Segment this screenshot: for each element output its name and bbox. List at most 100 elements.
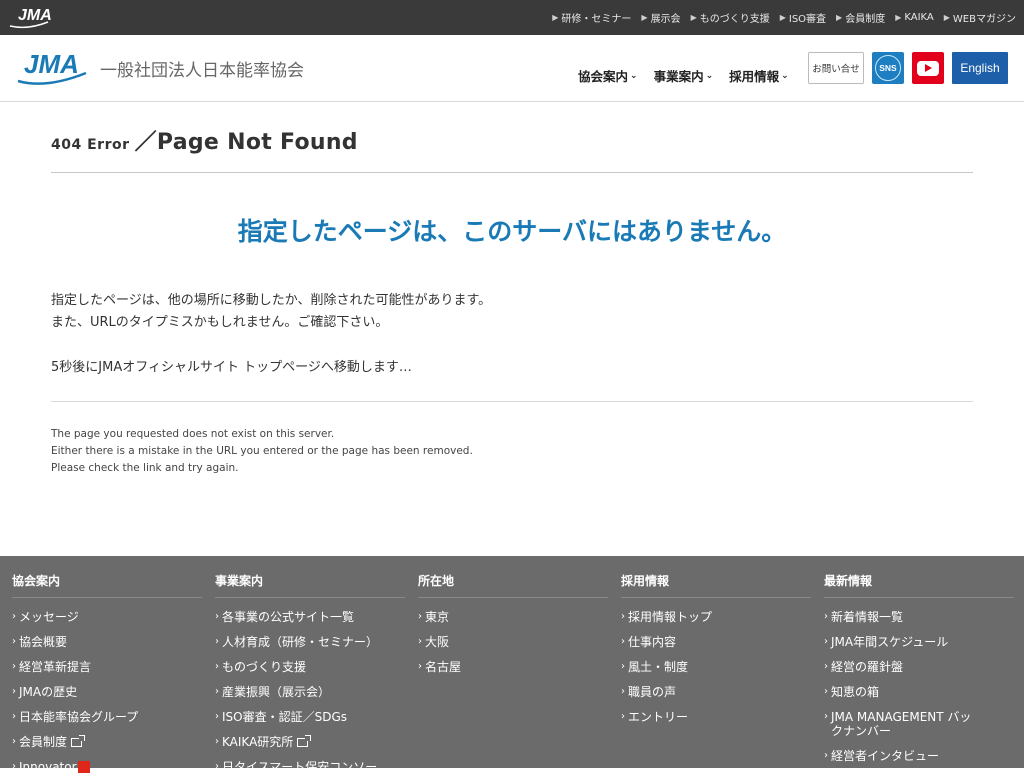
toplink-membership[interactable]: ▶ 会員制度 bbox=[836, 10, 885, 25]
error-code: 404 Error bbox=[51, 137, 130, 153]
footer-link[interactable]: › エントリー bbox=[621, 704, 811, 729]
footer-link[interactable]: › JMAの歴史 bbox=[12, 679, 202, 704]
footer-link[interactable]: › 産業振興（展示会） bbox=[215, 679, 405, 704]
chevron-right-icon: › bbox=[621, 635, 625, 647]
footer-link[interactable]: › JMA年間スケジュール bbox=[824, 629, 1014, 654]
footer-link[interactable]: › 風土・制度 bbox=[621, 654, 811, 679]
toplink-exhibition[interactable]: ▶ 展示会 bbox=[641, 10, 680, 25]
title-separator: ／ bbox=[134, 130, 157, 155]
toplink-monozukuri[interactable]: ▶ ものづくり支援 bbox=[691, 10, 770, 25]
chevron-right-icon: › bbox=[215, 760, 219, 772]
nav-recruit[interactable]: 採用情報 ⌄ bbox=[729, 66, 789, 85]
footer-column-business: 事業案内 › 各事業の公式サイト一覧 › 人材育成（研修・セミナー） › ものづくり支… bbox=[215, 572, 405, 779]
jp-message: 指定したページは、他の場所に移動したか、削除された可能性があります。 また、UR… bbox=[51, 293, 492, 330]
chevron-down-icon: ⌄ bbox=[705, 70, 714, 81]
footer-link[interactable]: › 会員制度 bbox=[12, 729, 202, 754]
footer-link[interactable]: › JMA MANAGEMENT バックナンバー bbox=[824, 704, 1014, 743]
sns-icon: SNS bbox=[875, 55, 901, 81]
nav-about[interactable]: 協会案内 ⌄ bbox=[578, 66, 638, 85]
chevron-right-icon: › bbox=[215, 660, 219, 672]
jma-logo-icon: JMA bbox=[17, 49, 87, 85]
footer-link[interactable]: › KAIKA研究所 bbox=[215, 729, 405, 754]
footer-link[interactable]: › 新着情報一覧 bbox=[824, 604, 1014, 629]
page-title: 404 Error ／Page Not Found bbox=[51, 124, 358, 156]
caret-right-icon: ▶ bbox=[552, 13, 559, 22]
chevron-right-icon: › bbox=[215, 685, 219, 697]
chevron-right-icon: › bbox=[621, 610, 625, 622]
english-button[interactable]: English bbox=[952, 52, 1008, 84]
contact-button[interactable]: お問い合せ bbox=[808, 52, 864, 84]
chevron-right-icon: › bbox=[12, 710, 16, 722]
chevron-right-icon: › bbox=[215, 710, 219, 722]
footer-heading: 事業案内 bbox=[215, 572, 405, 598]
footer-link[interactable]: › Innovator bbox=[12, 754, 202, 779]
footer-link[interactable]: › 経営の羅針盤 bbox=[824, 654, 1014, 679]
footer-link[interactable]: › 大阪 bbox=[418, 629, 608, 654]
footer-column-about: 協会案内 › メッセージ › 協会概要 › 経営革新提言 › JMAの歴史 › 日本能率協… bbox=[12, 572, 202, 779]
youtube-button[interactable] bbox=[912, 52, 944, 84]
footer-heading: 最新情報 bbox=[824, 572, 1014, 598]
top-utility-bar: JMA ▶ 研修・セミナー ▶ 展示会 ▶ ものづくり支援 ▶ ISO審査 ▶ 会員制度 … bbox=[0, 0, 1024, 35]
footer-link[interactable]: › 協会概要 bbox=[12, 629, 202, 654]
footer-link[interactable]: › 各事業の公式サイト一覧 bbox=[215, 604, 405, 629]
caret-right-icon: ▶ bbox=[690, 13, 697, 22]
jma-logo-icon: JMA bbox=[9, 7, 52, 29]
toplink-iso[interactable]: ▶ ISO審査 bbox=[780, 10, 826, 25]
footer-link[interactable]: › 経営者インタビュー bbox=[824, 743, 1014, 768]
error-title: Page Not Found bbox=[156, 130, 358, 155]
chevron-right-icon: › bbox=[824, 710, 828, 722]
sns-button[interactable]: SNS bbox=[872, 52, 904, 84]
chevron-right-icon: › bbox=[621, 685, 625, 697]
caret-right-icon: ▶ bbox=[836, 13, 843, 22]
footer-link[interactable]: › 日タイスマート保安コンソー bbox=[215, 754, 405, 779]
footer-link[interactable]: › 人材育成（研修・セミナー） bbox=[215, 629, 405, 654]
footer-link[interactable]: › 採用情報トップ bbox=[621, 604, 811, 629]
footer-column-locations: 所在地 › 東京 › 大阪 › 名古屋 bbox=[418, 572, 608, 679]
chevron-right-icon: › bbox=[215, 735, 219, 747]
chevron-right-icon: › bbox=[12, 735, 16, 747]
chevron-right-icon: › bbox=[12, 660, 16, 672]
toplink-kaika[interactable]: ▶ KAIKA bbox=[895, 12, 934, 23]
footer-heading: 所在地 bbox=[418, 572, 608, 598]
chevron-right-icon: › bbox=[418, 610, 422, 622]
toplink-seminar[interactable]: ▶ 研修・セミナー bbox=[552, 10, 631, 25]
brand-name: 一般社団法人日本能率協会 bbox=[100, 60, 304, 81]
footer-link[interactable]: › 知恵の箱 bbox=[824, 679, 1014, 704]
youtube-icon bbox=[917, 60, 939, 76]
site-header: JMA 一般社団法人日本能率協会 協会案内 ⌄ 事業案内 ⌄ 採用情報 ⌄ お問い合せ… bbox=[0, 35, 1024, 102]
footer-link[interactable]: › 東京 bbox=[418, 604, 608, 629]
chevron-right-icon: › bbox=[12, 635, 16, 647]
chevron-right-icon: › bbox=[418, 660, 422, 672]
caret-right-icon: ▶ bbox=[943, 13, 950, 22]
brand-logo[interactable]: JMA 一般社団法人日本能率協会 bbox=[16, 49, 304, 87]
error-headline: 指定したページは、このサーバにはありません。 bbox=[237, 217, 787, 246]
footer-link[interactable]: › ものづくり支援 bbox=[215, 654, 405, 679]
footer-column-recruit: 採用情報 › 採用情報トップ › 仕事内容 › 風土・制度 › 職員の声 › エントリー bbox=[621, 572, 811, 729]
chevron-right-icon: › bbox=[621, 710, 625, 722]
chevron-right-icon: › bbox=[824, 749, 828, 761]
footer-heading: 協会案内 bbox=[12, 572, 202, 598]
chevron-right-icon: › bbox=[12, 685, 16, 697]
chevron-right-icon: › bbox=[215, 610, 219, 622]
en-message: The page you requested does not exist on… bbox=[51, 428, 473, 474]
chevron-right-icon: › bbox=[824, 610, 828, 622]
svg-text:JMA: JMA bbox=[18, 7, 52, 24]
utility-links: ▶ 研修・セミナー ▶ 展示会 ▶ ものづくり支援 ▶ ISO審査 ▶ 会員制度 ▶ KAI… bbox=[542, 0, 1016, 35]
chevron-right-icon: › bbox=[215, 635, 219, 647]
footer-link[interactable]: › 経営革新提言 bbox=[12, 654, 202, 679]
footer-link[interactable]: › 日本能率協会グループ bbox=[12, 704, 202, 729]
jma-mini-logo[interactable]: JMA bbox=[8, 4, 66, 30]
chevron-right-icon: › bbox=[12, 760, 16, 772]
footer-link[interactable]: › 職員の声 bbox=[621, 679, 811, 704]
toplink-webmagazine[interactable]: ▶ WEBマガジン bbox=[944, 10, 1016, 25]
chevron-right-icon: › bbox=[418, 635, 422, 647]
chevron-right-icon: › bbox=[824, 685, 828, 697]
footer-link[interactable]: › メッセージ bbox=[12, 604, 202, 629]
footer-link[interactable]: › 仕事内容 bbox=[621, 629, 811, 654]
nav-business[interactable]: 事業案内 ⌄ bbox=[654, 66, 714, 85]
caret-right-icon: ▶ bbox=[779, 13, 786, 22]
redirect-notice: 5秒後にJMAオフィシャルサイト トップページへ移動します… bbox=[51, 360, 412, 375]
footer-link[interactable]: › ISO審査・認証／SDGs bbox=[215, 704, 405, 729]
chevron-down-icon: ⌄ bbox=[630, 70, 638, 81]
footer-link[interactable]: › 名古屋 bbox=[418, 654, 608, 679]
